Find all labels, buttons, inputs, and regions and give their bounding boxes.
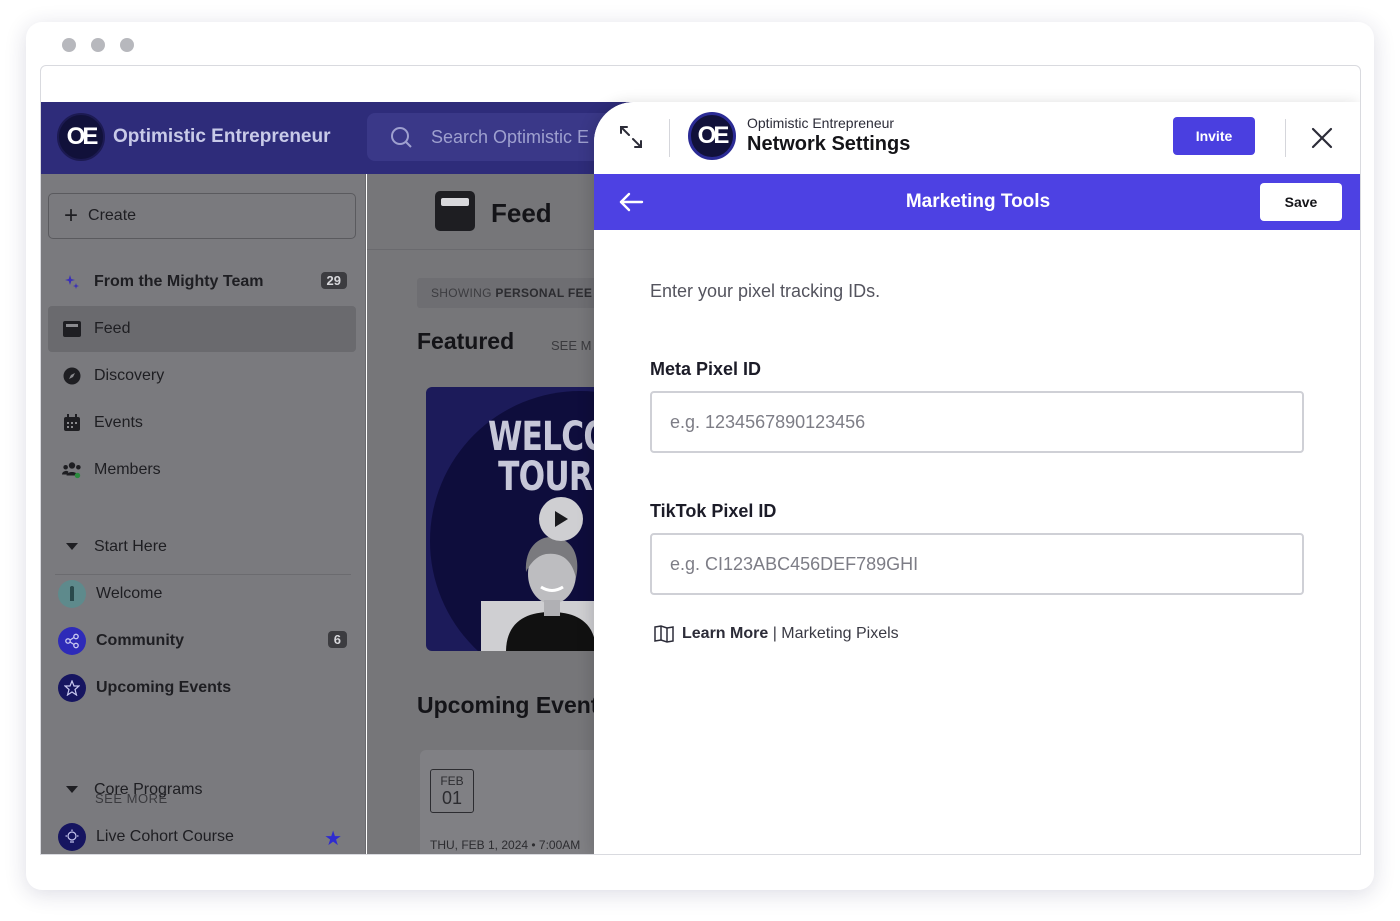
sidebar-item-feed[interactable]: Feed xyxy=(48,306,356,352)
sidebar-item-welcome[interactable]: Welcome xyxy=(48,571,356,617)
invite-button[interactable]: Invite xyxy=(1173,117,1255,155)
count-badge: 29 xyxy=(320,272,347,289)
section-start-here[interactable]: Start Here xyxy=(48,524,356,570)
window-dot-minimize[interactable] xyxy=(91,38,105,52)
section-core-programs[interactable]: Core Programs xyxy=(48,767,356,813)
upcoming-events-heading: Upcoming Events xyxy=(417,692,612,718)
learn-more-label: Learn More xyxy=(682,625,769,642)
drawer-header: OE Optimistic Entrepreneur Network Setti… xyxy=(594,102,1360,174)
showing-prefix: SHOWING xyxy=(431,286,496,300)
feed-icon xyxy=(62,319,82,339)
sidebar-item-label: Discovery xyxy=(94,367,165,384)
network-settings-drawer: OE Optimistic Entrepreneur Network Setti… xyxy=(594,102,1360,854)
sidebar-item-mighty-team[interactable]: From the Mighty Team 29 xyxy=(48,259,356,305)
expand-icon[interactable] xyxy=(618,124,644,150)
drawer-title: Network Settings xyxy=(747,133,911,155)
lightbulb-icon xyxy=(58,823,86,851)
welcome-icon xyxy=(58,580,86,608)
browser-window: OE Optimistic Entrepreneur Search Optimi… xyxy=(26,22,1374,890)
brand-name[interactable]: Optimistic Entrepreneur xyxy=(113,126,331,148)
event-date-box: FEB 01 xyxy=(430,769,474,813)
tiktok-pixel-label: TikTok Pixel ID xyxy=(650,501,777,521)
event-month: FEB xyxy=(440,774,464,788)
event-day: 01 xyxy=(441,788,463,808)
close-icon[interactable] xyxy=(1310,126,1334,150)
section-header: Start Here xyxy=(94,538,167,555)
members-icon xyxy=(62,460,82,480)
sidebar-item-label: Feed xyxy=(94,320,131,337)
showing-feed-type: PERSONAL FEE xyxy=(495,286,593,300)
sidebar-item-community[interactable]: Community 6 xyxy=(48,618,356,664)
sidebar-item-upcoming-events[interactable]: Upcoming Events xyxy=(48,665,356,711)
search-icon xyxy=(391,127,412,148)
network-name: Optimistic Entrepreneur xyxy=(747,115,895,131)
sidebar-item-live-cohort[interactable]: Live Cohort Course ★ xyxy=(48,814,356,854)
sidebar-item-discovery[interactable]: Discovery xyxy=(48,353,356,399)
marketing-tools-bar: Marketing Tools Save xyxy=(594,174,1360,230)
plus-icon: + xyxy=(64,202,79,229)
count-badge: 6 xyxy=(327,631,347,648)
sidebar: + Create From the Mighty Team 29 Feed Di… xyxy=(41,174,366,854)
meta-pixel-label: Meta Pixel ID xyxy=(650,359,762,379)
window-dot-close[interactable] xyxy=(62,38,76,52)
create-button[interactable]: + Create xyxy=(48,193,356,239)
caret-down-icon xyxy=(62,780,82,800)
caret-down-icon xyxy=(62,537,82,557)
search-placeholder: Search Optimistic E xyxy=(431,127,590,147)
sidebar-item-label: Community xyxy=(96,632,184,649)
header-divider xyxy=(1285,119,1286,157)
sidebar-item-events[interactable]: Events xyxy=(48,400,356,446)
share-network-icon xyxy=(58,627,86,655)
page-title: Feed xyxy=(491,198,552,228)
window-controls xyxy=(62,38,134,52)
compass-icon xyxy=(62,366,82,386)
sidebar-item-label: Welcome xyxy=(96,585,163,602)
network-logo: OE xyxy=(688,112,736,160)
window-dot-maximize[interactable] xyxy=(120,38,134,52)
section-header: Core Programs xyxy=(94,781,203,798)
viewport: OE Optimistic Entrepreneur Search Optimi… xyxy=(40,65,1361,855)
featured-heading: Featured xyxy=(417,328,515,354)
learn-more-topic: Marketing Pixels xyxy=(781,625,899,642)
section-title: Marketing Tools xyxy=(905,191,1051,212)
tiktok-pixel-input[interactable] xyxy=(650,533,1304,595)
see-more-link[interactable]: SEE M xyxy=(551,338,591,353)
header-divider xyxy=(669,119,670,157)
save-button[interactable]: Save xyxy=(1260,183,1342,221)
learn-more-link[interactable]: Learn More | Marketing Pixels xyxy=(654,625,899,643)
sparkle-icon xyxy=(62,272,82,292)
create-label: Create xyxy=(88,207,137,224)
event-datetime: THU, FEB 1, 2024 • 7:00AM xyxy=(430,838,581,852)
play-icon[interactable] xyxy=(539,497,583,541)
book-icon xyxy=(654,625,674,643)
calendar-icon xyxy=(62,413,82,433)
sidebar-item-label: Members xyxy=(94,461,161,478)
video-title: WELCO TOUR xyxy=(488,414,610,500)
learn-more-separator: | xyxy=(768,625,782,642)
meta-pixel-input[interactable] xyxy=(650,391,1304,453)
star-icon[interactable]: ★ xyxy=(324,826,342,851)
sidebar-item-label: Upcoming Events xyxy=(96,679,232,696)
sidebar-item-label: From the Mighty Team xyxy=(94,273,264,290)
feed-icon xyxy=(435,191,475,231)
sidebar-item-members[interactable]: Members xyxy=(48,447,356,493)
star-outline-icon xyxy=(58,674,86,702)
sidebar-item-label: Events xyxy=(94,414,143,431)
intro-text: Enter your pixel tracking IDs. xyxy=(650,281,881,301)
sidebar-item-label: Live Cohort Course xyxy=(96,828,234,845)
brand-logo[interactable]: OE xyxy=(57,113,105,161)
